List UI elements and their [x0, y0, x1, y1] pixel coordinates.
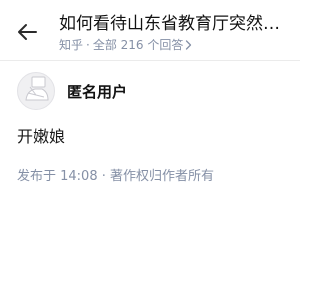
author-name[interactable]: 匿名用户 [67, 81, 127, 102]
question-subtitle: 知乎 · 全部 216 个回答 [59, 37, 192, 53]
chevron-right-icon [185, 40, 192, 50]
arrow-left-icon [17, 23, 37, 41]
answer-content: 开嫩娘 [17, 127, 66, 146]
answer-meta: 发布于 14:08 · 著作权归作者所有 [17, 169, 214, 184]
anonymous-avatar-icon [17, 72, 55, 110]
all-answers-label: 全部 216 个回答 [92, 38, 184, 52]
top-bar: 如何看待山东省教育厅突然… 知乎 · 全部 216 个回答 [0, 0, 300, 60]
answer-page: 如何看待山东省教育厅突然… 知乎 · 全部 216 个回答 匿名用户 开嫩娘 发… [0, 0, 300, 300]
header-divider [0, 60, 300, 61]
author-row: 匿名用户 [17, 72, 127, 110]
all-answers-link[interactable]: 全部 216 个回答 [93, 37, 193, 53]
question-title[interactable]: 如何看待山东省教育厅突然… [59, 13, 290, 35]
back-button[interactable] [14, 19, 40, 45]
separator-dot: · [86, 38, 90, 52]
source-label: 知乎 [59, 38, 84, 52]
